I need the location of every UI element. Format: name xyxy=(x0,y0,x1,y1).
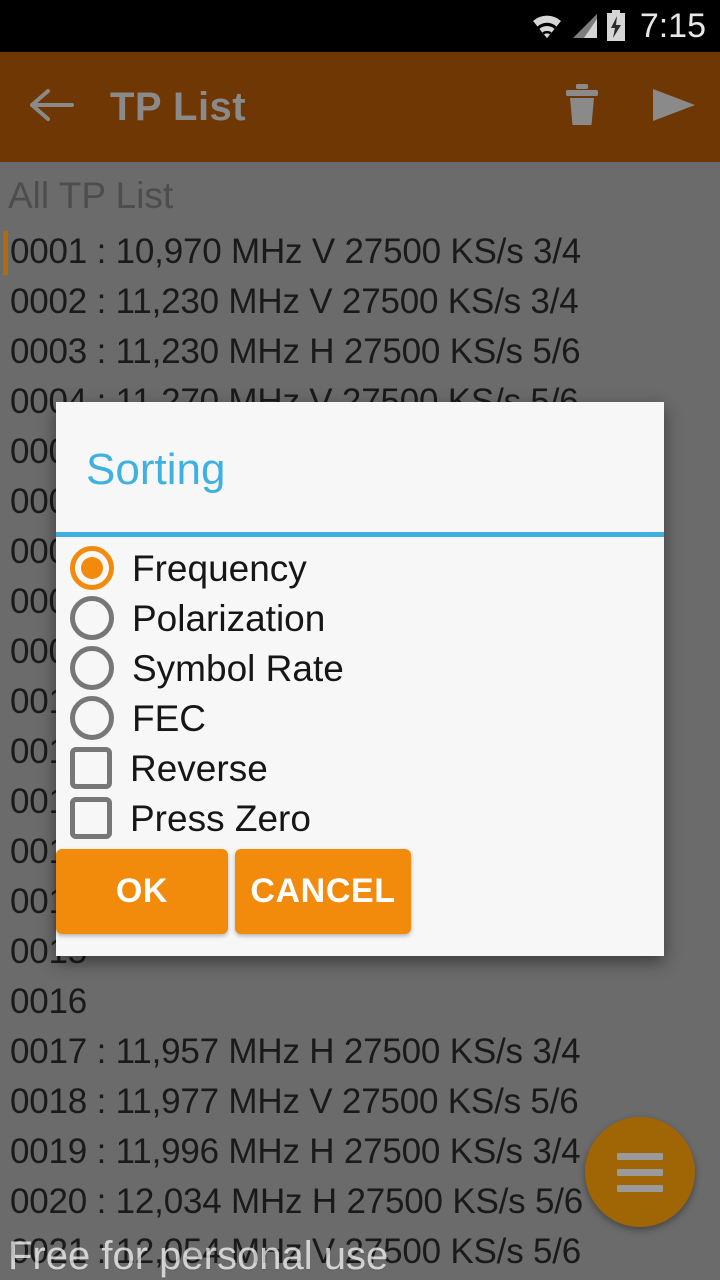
tp-list-row[interactable]: 0002 : 11,230 MHz V 27500 KS/s 3/4 xyxy=(0,277,720,327)
section-title: All TP List xyxy=(8,175,174,216)
sort-checkbox-group[interactable]: Reverse Press Zero xyxy=(56,743,664,843)
hamburger-menu-icon xyxy=(617,1152,663,1192)
sort-option-fec[interactable]: FEC xyxy=(56,693,664,743)
app-bar: TP List xyxy=(0,52,720,162)
delete-button[interactable] xyxy=(536,52,628,162)
checkbox-unchecked-icon[interactable] xyxy=(70,747,112,789)
send-button[interactable] xyxy=(628,52,720,162)
back-arrow-icon xyxy=(28,86,76,129)
back-button[interactable] xyxy=(0,52,104,162)
radio-unchecked-icon[interactable] xyxy=(70,596,114,640)
app-screen: 7:15 TP List All TP List 0001: 10,970 M… xyxy=(0,0,720,1280)
checkbox-unchecked-icon[interactable] xyxy=(70,797,112,839)
tp-list-row[interactable]: 0018 : 11,977 MHz V 27500 KS/s 5/6 xyxy=(0,1077,720,1127)
dialog-buttons: OK CANCEL xyxy=(56,843,664,952)
sort-option-frequency[interactable]: Frequency xyxy=(56,543,664,593)
sort-toggle-press-zero[interactable]: Press Zero xyxy=(56,793,664,843)
sort-option-label: Symbol Rate xyxy=(132,647,344,689)
radio-unchecked-icon[interactable] xyxy=(70,646,114,690)
tp-list-row[interactable]: 0016 xyxy=(0,977,720,1027)
sort-toggle-label: Press Zero xyxy=(130,797,311,839)
status-time: 7:15 xyxy=(639,7,706,45)
tp-list-row[interactable]: 0017 : 11,957 MHz H 27500 KS/s 3/4 xyxy=(0,1027,720,1077)
ok-button[interactable]: OK xyxy=(56,849,228,934)
radio-unchecked-icon[interactable] xyxy=(70,696,114,740)
sort-option-label: FEC xyxy=(132,697,206,739)
sort-option-symbol-rate[interactable]: Symbol Rate xyxy=(56,643,664,693)
sort-toggle-reverse[interactable]: Reverse xyxy=(56,743,664,793)
page-title: TP List xyxy=(110,84,247,129)
wifi-icon xyxy=(530,12,564,40)
send-icon xyxy=(650,85,698,130)
delete-trash-icon xyxy=(563,83,601,132)
sort-option-label: Frequency xyxy=(132,547,307,589)
cellular-signal-icon xyxy=(571,12,599,40)
sort-option-polarization[interactable]: Polarization xyxy=(56,593,664,643)
radio-checked-icon[interactable] xyxy=(70,546,114,590)
battery-charging-icon xyxy=(606,10,626,42)
app-bar-actions xyxy=(536,52,720,162)
tp-list-row[interactable]: 0003 : 11,230 MHz H 27500 KS/s 5/6 xyxy=(0,327,720,377)
tp-list-row[interactable]: 0001 : 10,970 MHz V 27500 KS/s 3/4 xyxy=(0,227,720,277)
menu-fab-button[interactable] xyxy=(585,1117,695,1227)
cancel-button[interactable]: CANCEL xyxy=(235,849,411,934)
sort-option-label: Polarization xyxy=(132,597,326,639)
watermark-text: Free for personal use xyxy=(8,1234,389,1278)
sorting-dialog: Sorting Frequency Polarization Symbol Rate… xyxy=(56,402,664,956)
status-bar: 7:15 xyxy=(0,0,720,52)
dialog-body: Frequency Polarization Symbol Rate FEC Reve… xyxy=(56,537,664,956)
sort-radio-group[interactable]: Frequency Polarization Symbol Rate FEC xyxy=(56,543,664,743)
dialog-title: Sorting xyxy=(86,445,226,494)
sort-toggle-label: Reverse xyxy=(130,747,268,789)
